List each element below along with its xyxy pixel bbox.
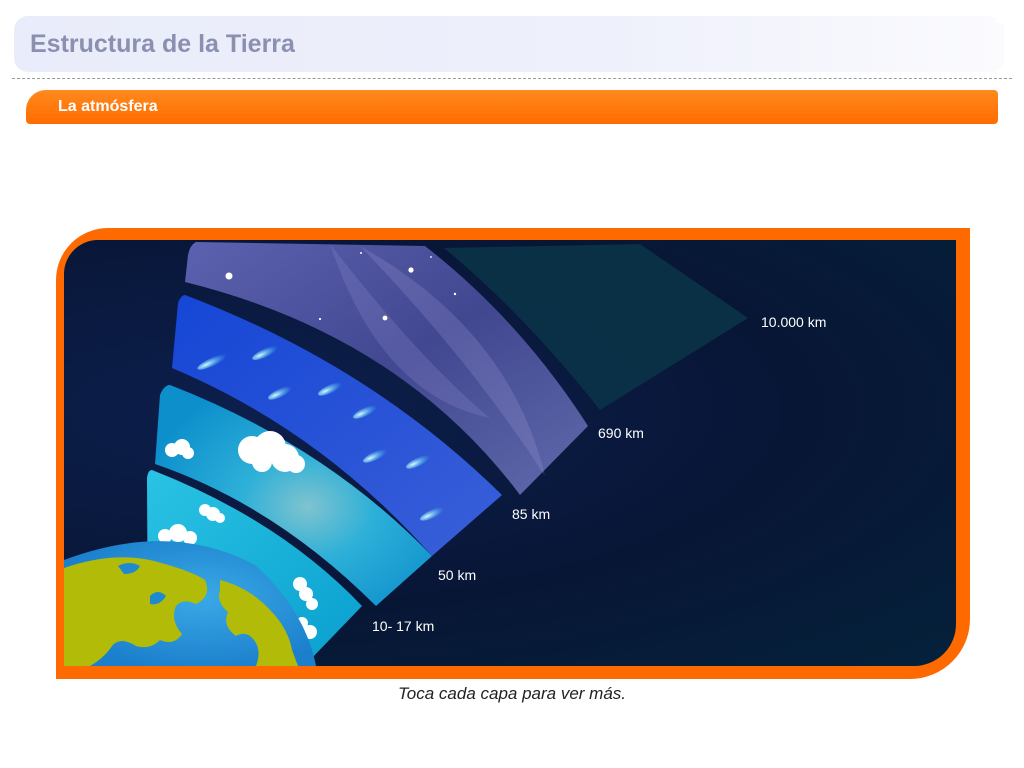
divider: [12, 78, 1012, 79]
atmosphere-panel: [56, 228, 970, 679]
section-title: La atmósfera: [58, 98, 158, 115]
section-header: [26, 90, 998, 124]
atmosphere-diagram-area: [64, 240, 956, 666]
label-85-km: 85 km: [512, 506, 551, 522]
label-10-17-km: 10- 17 km: [372, 618, 435, 634]
label-50-km: 50 km: [438, 567, 477, 583]
atmosphere-diagram: [64, 242, 748, 666]
instruction-caption: Toca cada capa para ver más.: [397, 684, 627, 703]
decorative-dot: [996, 17, 1002, 23]
label-10000-km: 10.000 km: [761, 314, 827, 330]
label-690-km: 690 km: [598, 425, 644, 441]
page-title: Estructura de la Tierra: [30, 30, 295, 58]
